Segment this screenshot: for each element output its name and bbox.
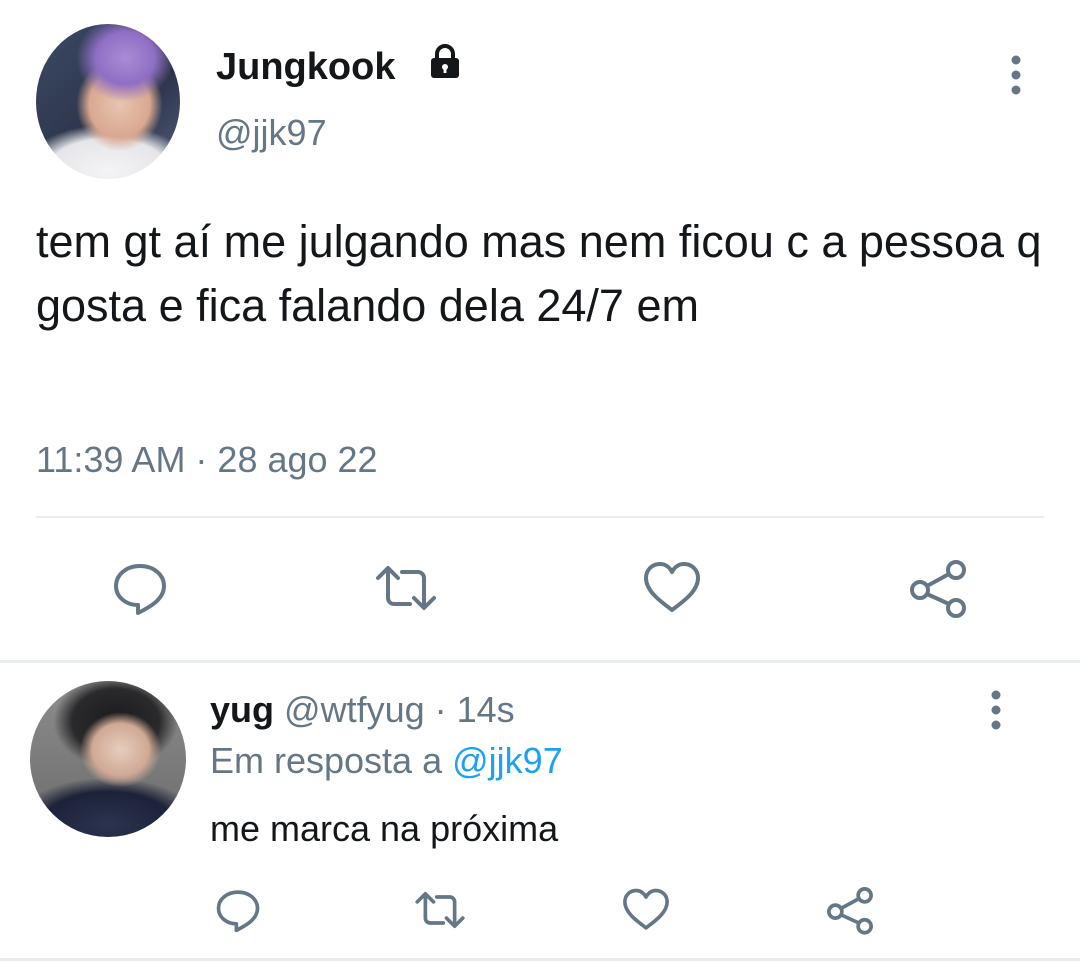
- like-icon[interactable]: [640, 556, 704, 620]
- tweet-timestamp[interactable]: 11:39 AM · 28 ago 22: [36, 436, 378, 484]
- in-reply-to-label: Em resposta a: [210, 740, 443, 781]
- reply-reply-icon[interactable]: [212, 884, 264, 936]
- lock-icon: [425, 42, 465, 82]
- reply-more-options-icon[interactable]: [976, 688, 1016, 732]
- divider: [36, 516, 1044, 518]
- more-options-icon[interactable]: [996, 52, 1036, 98]
- reply-share-icon[interactable]: [824, 884, 876, 936]
- reply-header: yug @wtfyug · 14s: [210, 688, 515, 732]
- in-reply-to-mention[interactable]: @jjk97: [452, 740, 563, 781]
- author-name[interactable]: Jungkook: [216, 43, 395, 91]
- bottom-divider: [0, 958, 1080, 961]
- reply-age: · 14s: [434, 689, 515, 730]
- reply-text: me marca na próxima: [210, 808, 559, 849]
- reply-like-icon[interactable]: [620, 884, 672, 936]
- share-icon[interactable]: [906, 556, 970, 620]
- section-divider: [0, 660, 1080, 663]
- in-reply-to: Em resposta a @jjk97: [210, 738, 563, 784]
- author-handle[interactable]: @jjk97: [216, 111, 327, 155]
- reply-author-name[interactable]: yug: [210, 689, 274, 730]
- reply-author-handle[interactable]: @wtfyug: [284, 689, 425, 730]
- reply-author-avatar[interactable]: [30, 681, 186, 837]
- tweet-text: tem gt aí me julgando mas nem ficou c a …: [36, 216, 1042, 331]
- author-avatar[interactable]: [36, 24, 180, 179]
- retweet-icon[interactable]: [374, 556, 438, 620]
- reply-retweet-icon[interactable]: [414, 884, 466, 936]
- reply-icon[interactable]: [108, 556, 172, 620]
